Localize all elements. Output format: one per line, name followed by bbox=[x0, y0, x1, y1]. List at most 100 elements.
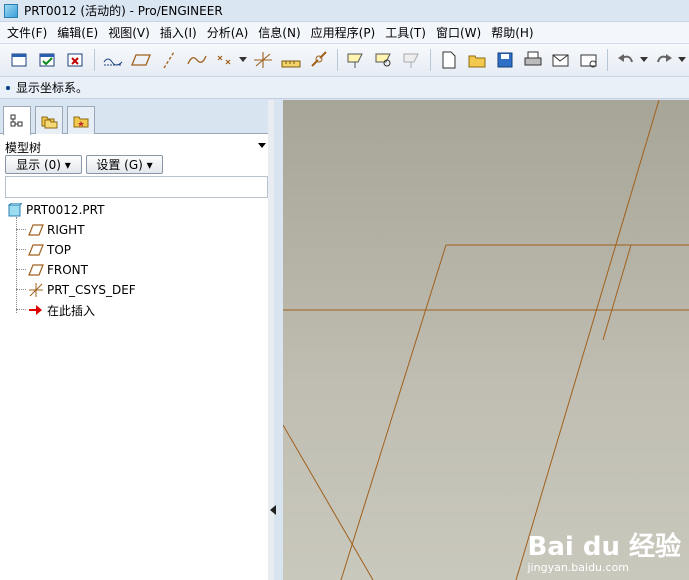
new-window-button[interactable] bbox=[8, 48, 32, 72]
csys-icon bbox=[254, 52, 272, 68]
annotation-gray-icon bbox=[403, 53, 419, 68]
undo-dropdown[interactable] bbox=[640, 48, 648, 72]
datum-point-icon bbox=[217, 55, 231, 65]
menu-tools[interactable]: 工具(T) bbox=[380, 23, 431, 43]
datum-axis-icon bbox=[163, 51, 175, 69]
folder-open-icon bbox=[468, 55, 486, 68]
csys-icon bbox=[29, 283, 43, 297]
navigator-panel: 模型树 显示 (0) ▾ 设置 (G) ▾ PRT0012.PRT RIGHT … bbox=[0, 100, 274, 580]
annotation-button[interactable] bbox=[344, 48, 368, 72]
model-tree-title: 模型树 bbox=[5, 141, 42, 155]
window-title: PRT0012 (活动的) - Pro/ENGINEER bbox=[24, 4, 223, 18]
new-file-icon bbox=[442, 51, 456, 69]
datum-plane-edge bbox=[340, 244, 447, 580]
close-window-button[interactable] bbox=[64, 48, 88, 72]
toolbar bbox=[0, 44, 689, 77]
watermark-logo: Bai du 经验 bbox=[527, 532, 682, 562]
sketch-button[interactable] bbox=[307, 48, 331, 72]
arrow-right-icon bbox=[29, 305, 42, 315]
menu-view[interactable]: 视图(V) bbox=[103, 23, 155, 43]
status-message: 显示坐标系。 bbox=[16, 81, 89, 95]
datum-curve-button[interactable] bbox=[185, 48, 209, 72]
watermark: Bai du 经验 jingyan.baidu.com bbox=[528, 526, 682, 574]
email-button[interactable] bbox=[549, 48, 573, 72]
undo-icon bbox=[618, 54, 633, 63]
curve-icon bbox=[187, 55, 207, 65]
mail-link-icon bbox=[580, 54, 597, 68]
tree-connector bbox=[16, 217, 17, 313]
toolbar-separator bbox=[607, 49, 608, 71]
tree-item-insert-here[interactable]: 在此插入 bbox=[28, 300, 95, 320]
datum-plane-icon bbox=[28, 244, 44, 256]
menu-edit[interactable]: 编辑(E) bbox=[52, 23, 103, 43]
datum-plane-display-button[interactable] bbox=[129, 48, 153, 72]
toolbar-separator bbox=[94, 49, 95, 71]
print-button[interactable] bbox=[521, 48, 545, 72]
graphics-window[interactable]: Bai du 经验 jingyan.baidu.com bbox=[283, 100, 689, 580]
analysis-feature-button[interactable] bbox=[279, 48, 303, 72]
show-button[interactable]: 显示 (0) ▾ bbox=[5, 155, 82, 174]
chain-link-icon bbox=[311, 51, 327, 67]
annotation-disabled-button[interactable] bbox=[400, 48, 424, 72]
datum-point-dropdown[interactable] bbox=[239, 48, 247, 72]
open-file-button[interactable] bbox=[465, 48, 489, 72]
annotation-edit-button[interactable] bbox=[372, 48, 396, 72]
redo-button[interactable] bbox=[652, 48, 676, 72]
coordinate-system-button[interactable] bbox=[251, 48, 275, 72]
menu-insert[interactable]: 插入(I) bbox=[155, 23, 202, 43]
toolbar-separator bbox=[430, 49, 431, 71]
tree-item-label: PRT0012.PRT bbox=[26, 203, 105, 217]
tree-item-label: RIGHT bbox=[47, 223, 85, 237]
tab-folder-browser[interactable] bbox=[35, 106, 63, 134]
tree-item-label: PRT_CSYS_DEF bbox=[47, 283, 136, 297]
mail-icon bbox=[552, 54, 569, 67]
save-icon bbox=[497, 52, 513, 68]
save-button[interactable] bbox=[493, 48, 517, 72]
message-area: 显示坐标系。 bbox=[0, 77, 689, 99]
menu-info[interactable]: 信息(N) bbox=[253, 23, 305, 43]
model-tree-filter-input[interactable] bbox=[5, 176, 268, 198]
chevron-down-icon bbox=[239, 57, 247, 62]
tree-connector bbox=[16, 249, 26, 250]
tree-connector bbox=[16, 309, 26, 310]
ruler-icon bbox=[281, 60, 301, 68]
tree-item-top[interactable]: TOP bbox=[28, 240, 71, 260]
tree-item-right[interactable]: RIGHT bbox=[28, 220, 85, 240]
tree-item-csys[interactable]: PRT_CSYS_DEF bbox=[28, 280, 136, 300]
folders-icon bbox=[41, 116, 58, 128]
datum-plane-icon bbox=[28, 224, 44, 236]
email-link-button[interactable] bbox=[577, 48, 601, 72]
title-bar: PRT0012 (活动的) - Pro/ENGINEER bbox=[0, 0, 689, 22]
app-icon bbox=[4, 3, 18, 18]
menu-analysis[interactable]: 分析(A) bbox=[202, 23, 254, 43]
new-file-button[interactable] bbox=[437, 48, 461, 72]
undo-button[interactable] bbox=[614, 48, 638, 72]
collapse-panel-icon[interactable] bbox=[270, 505, 276, 517]
datum-axis-display-button[interactable] bbox=[101, 48, 125, 72]
window-icon bbox=[11, 53, 27, 67]
favorites-icon bbox=[73, 116, 89, 127]
part-icon bbox=[8, 203, 22, 217]
datum-plane-edge bbox=[602, 244, 632, 341]
datum-point-button[interactable] bbox=[213, 48, 237, 72]
tab-favorites[interactable] bbox=[67, 106, 95, 134]
redo-dropdown[interactable] bbox=[678, 48, 686, 72]
model-tree-header: 模型树 显示 (0) ▾ 设置 (G) ▾ bbox=[0, 135, 272, 175]
activate-window-button[interactable] bbox=[36, 48, 60, 72]
tree-connector bbox=[16, 269, 26, 270]
settings-button[interactable]: 设置 (G) ▾ bbox=[86, 155, 163, 174]
menu-window[interactable]: 窗口(W) bbox=[431, 23, 486, 43]
menu-bar: 文件(F) 编辑(E) 视图(V) 插入(I) 分析(A) 信息(N) 应用程序… bbox=[0, 22, 689, 44]
chevron-down-icon bbox=[678, 57, 686, 62]
menu-file[interactable]: 文件(F) bbox=[2, 23, 52, 43]
tree-item-part[interactable]: PRT0012.PRT bbox=[8, 200, 104, 220]
menu-help[interactable]: 帮助(H) bbox=[486, 23, 538, 43]
datum-axis-button[interactable] bbox=[157, 48, 181, 72]
chevron-down-icon bbox=[640, 57, 648, 62]
tab-model-tree[interactable] bbox=[3, 106, 31, 135]
tree-icon bbox=[10, 114, 23, 127]
menu-applications[interactable]: 应用程序(P) bbox=[306, 23, 381, 43]
tree-item-label: 在此插入 bbox=[47, 303, 96, 318]
model-tree-menu-arrow[interactable] bbox=[258, 141, 266, 150]
tree-item-front[interactable]: FRONT bbox=[28, 260, 88, 280]
